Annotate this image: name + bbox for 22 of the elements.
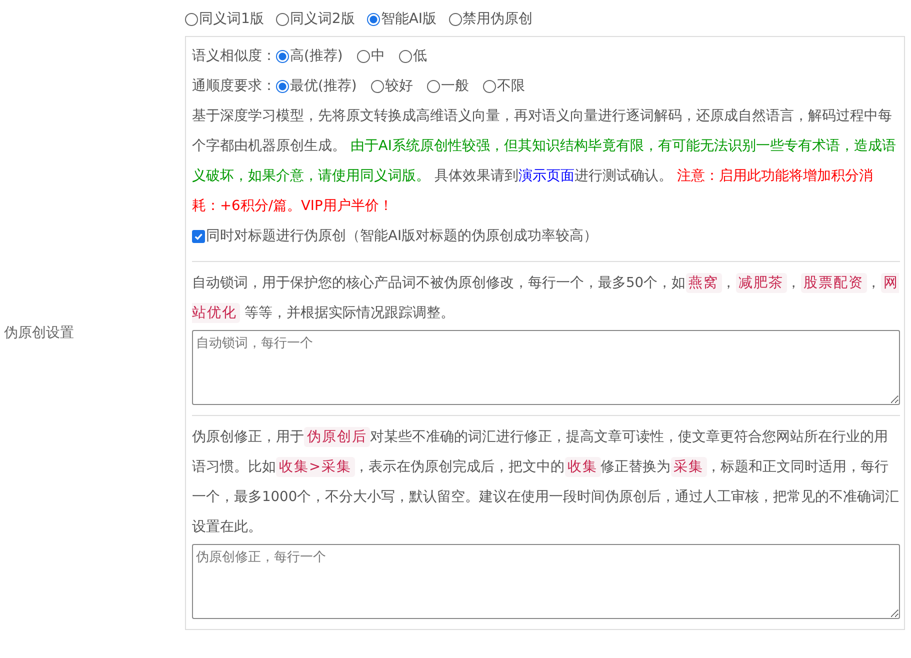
option-radio[interactable]: 高(推荐)	[276, 47, 343, 65]
option-radio[interactable]: 低	[398, 47, 427, 65]
option-label: 语义相似度：	[192, 47, 276, 65]
section-label: 伪原创设置	[4, 324, 74, 342]
checkmark-icon	[194, 232, 203, 240]
mode-radio[interactable]: 同义词1版	[185, 10, 264, 28]
title-checkbox[interactable]: 同时对标题进行伪原创（智能AI版对标题的伪原创成功率较高）	[192, 227, 598, 245]
option-radio[interactable]: 中	[356, 47, 385, 65]
option-radio[interactable]: 一般	[426, 77, 469, 95]
option-radio[interactable]: 不限	[482, 77, 525, 95]
mode-radio[interactable]: 同义词2版	[276, 10, 355, 28]
mode-radio[interactable]: 智能AI版	[366, 10, 437, 28]
demo-page-link[interactable]: 演示页面	[518, 168, 574, 184]
description-text: 伪原创修正，用于 伪原创后 对某些不准确的词汇进行修正，提高文章可读性，使文章更符合您网站所在行业的用语习惯。比如 收集>采集 ，表示在伪原创完成后，把文中的 收集 修正替换为 采集 ，标题和正文同时适用，每行一个，最多1000个，不分大小写，默认留空。建议在使用一段时间伪原创后，通过人工审核，把常见的不准确词汇设置在此。	[192, 426, 900, 537]
option-radio[interactable]: 较好	[370, 77, 413, 95]
corrections-field[interactable]: 伪原创修正，每行一个	[192, 544, 900, 619]
mode-radio[interactable]: 禁用伪原创	[448, 10, 533, 28]
option-radio[interactable]: 最优(推荐)	[276, 77, 357, 95]
option-label: 通顺度要求：	[192, 77, 276, 95]
description-text: 自动锁词，用于保护您的核心产品词不被伪原创修改，每行一个，最多50个，如 燕窝 ， 减肥茶 ， 股票配资 ， 网站优化 等等，并根据实际情况跟踪调整。	[192, 272, 900, 325]
lock-words-field[interactable]: 自动锁词，每行一个	[192, 330, 900, 405]
description-text: 基于深度学习模型，先将原文转换成高维语义向量，再对语义向量进行逐词解码，还原成自然语言，解码过程中每个字都由机器原创生成。 由于AI系统原创性较强，但其知识结构毕竟有限，有可能无法识别一些专有术语，造成语义破坏，如果介意，请使用同义词版。 具体效果请到演示页面进行测试确认。 注意：启用此功能将增加积分消耗：+6积分/篇。VIP用户半价！	[192, 107, 897, 216]
